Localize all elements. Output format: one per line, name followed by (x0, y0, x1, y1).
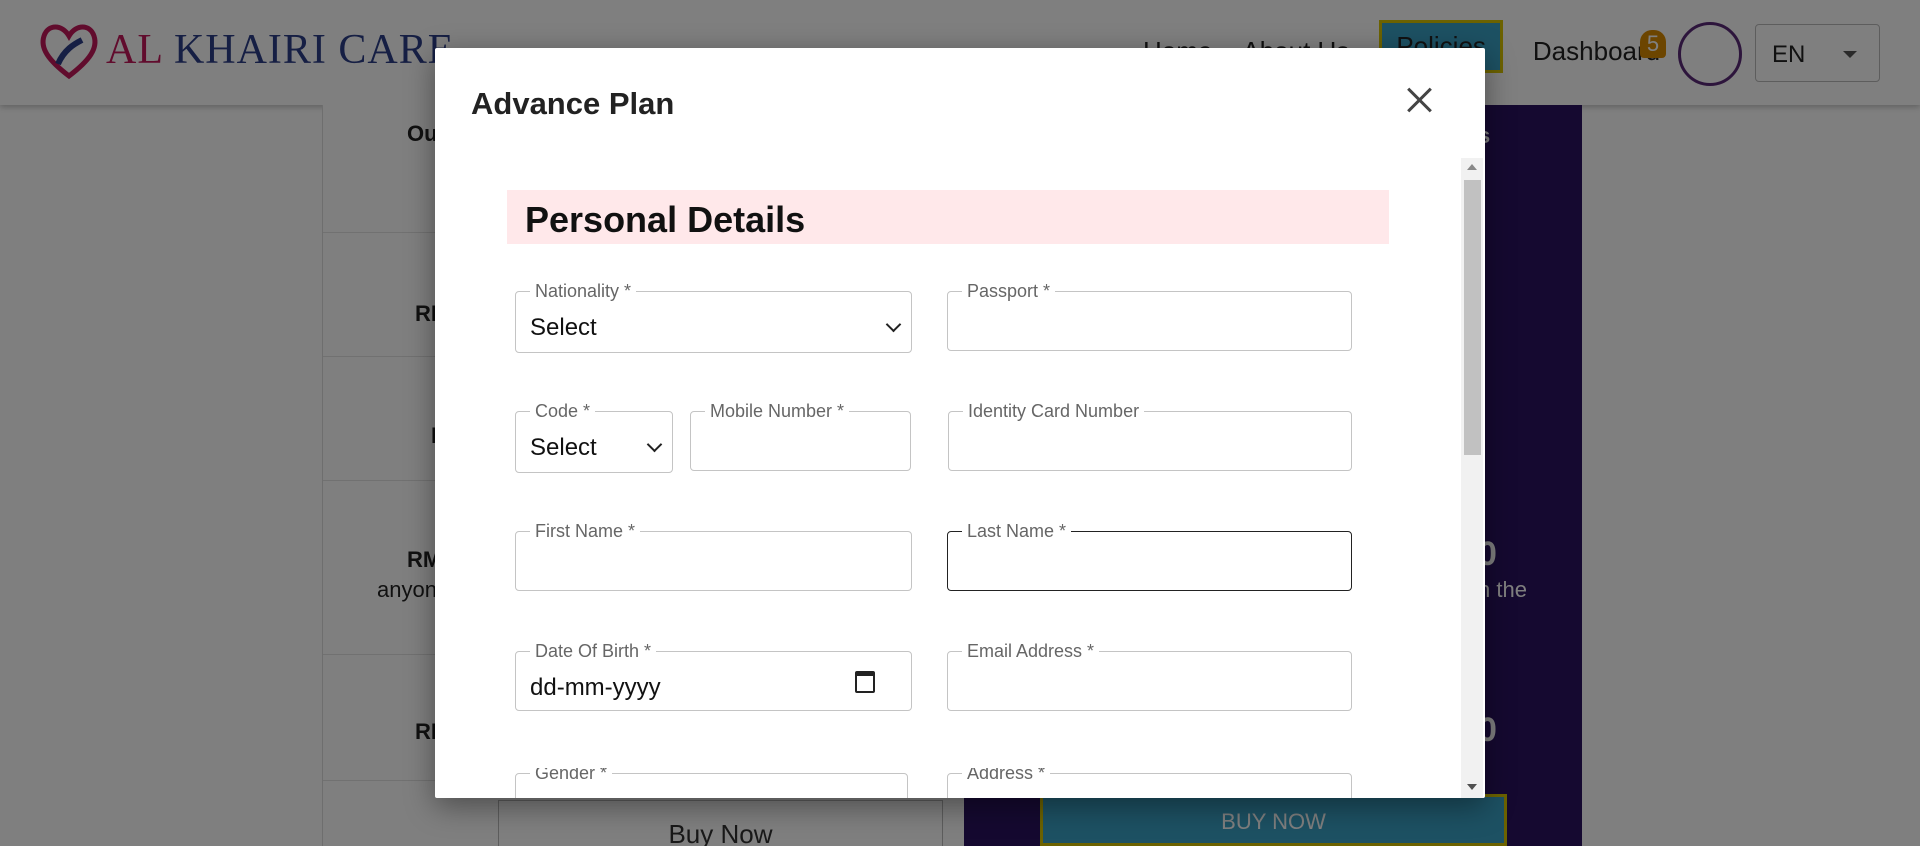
address-field[interactable]: Address * (947, 768, 1352, 798)
gender-label: Gender * (530, 768, 613, 784)
scroll-up-arrow-icon[interactable] (1467, 164, 1477, 170)
country-code-select[interactable]: Code * Select (515, 401, 673, 473)
close-icon[interactable] (1401, 82, 1437, 118)
passport-field[interactable]: Passport * (947, 281, 1352, 351)
chevron-down-icon (646, 436, 663, 453)
last-name-field[interactable]: Last Name * (947, 521, 1352, 591)
modal-title: Advance Plan (471, 86, 675, 121)
identity-card-label: Identity Card Number (963, 401, 1145, 422)
nationality-value: Select (530, 314, 597, 341)
calendar-icon[interactable] (855, 671, 875, 693)
dob-label: Date Of Birth * (530, 641, 657, 662)
code-value: Select (530, 434, 597, 461)
scroll-thumb[interactable] (1464, 180, 1481, 455)
address-label: Address * (962, 768, 1051, 784)
bottom-clip: Gender * Address * (435, 768, 1461, 798)
nationality-label: Nationality * (530, 281, 637, 302)
dob-value: dd-mm-yyyy (530, 674, 661, 701)
chevron-down-icon (885, 316, 902, 333)
scroll-down-arrow-icon[interactable] (1467, 784, 1477, 790)
email-address-field[interactable]: Email Address * (947, 641, 1352, 711)
date-of-birth-field[interactable]: Date Of Birth * dd-mm-yyyy (515, 641, 912, 711)
email-label: Email Address * (962, 641, 1100, 662)
nationality-select[interactable]: Nationality * Select (515, 281, 912, 353)
first-name-label: First Name * (530, 521, 641, 542)
section-title: Personal Details (525, 199, 806, 240)
advance-plan-modal: Advance Plan Personal Details Nationalit… (435, 48, 1485, 798)
first-name-field[interactable]: First Name * (515, 521, 912, 591)
modal-scrollbar[interactable] (1461, 158, 1483, 798)
passport-label: Passport * (962, 281, 1056, 302)
mobile-label: Mobile Number * (705, 401, 850, 422)
gender-field[interactable]: Gender * (515, 768, 908, 798)
identity-card-field[interactable]: Identity Card Number (948, 401, 1352, 471)
last-name-label: Last Name * (962, 521, 1072, 542)
mobile-number-field[interactable]: Mobile Number * (690, 401, 911, 471)
code-label: Code * (530, 401, 596, 422)
